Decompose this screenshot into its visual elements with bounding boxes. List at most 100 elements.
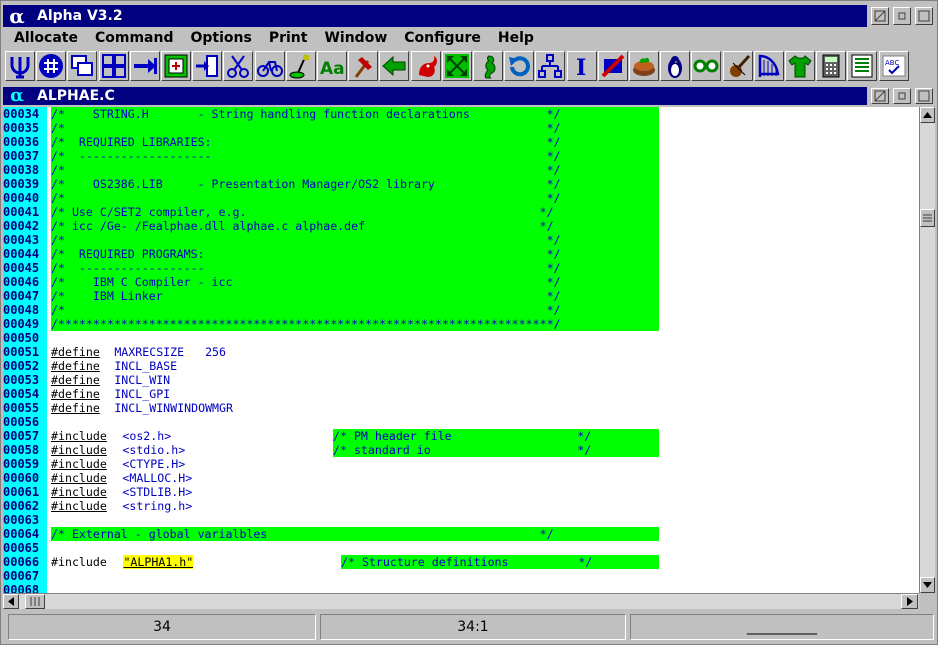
- maximize-button[interactable]: [915, 7, 933, 25]
- code-line[interactable]: 00068: [3, 583, 919, 593]
- cursor-button[interactable]: I: [566, 51, 597, 81]
- menu-command[interactable]: Command: [95, 30, 174, 46]
- hash-button[interactable]: [36, 51, 67, 81]
- restore-button[interactable]: [871, 7, 889, 25]
- expand-button[interactable]: [441, 51, 472, 81]
- doc-maximize-button[interactable]: [915, 88, 933, 104]
- code-line[interactable]: 00055 #define INCL_WINWINDOWMGR: [3, 401, 919, 415]
- code-text-area[interactable]: 00034 /* STRING.H - String handling funct…: [3, 107, 919, 593]
- code-line[interactable]: 00062 #include <string.h>: [3, 499, 919, 513]
- doc-restore-button[interactable]: [871, 88, 889, 104]
- pie-button[interactable]: [629, 51, 659, 81]
- doc-minimize-button[interactable]: [893, 88, 911, 104]
- menu-options[interactable]: Options: [191, 30, 252, 46]
- code-line[interactable]: 00052 #define INCL_BASE: [3, 359, 919, 373]
- line-number: 00048: [3, 303, 47, 317]
- no-entry-button[interactable]: [597, 51, 628, 81]
- code-line[interactable]: 00045 /* ------------------ */: [3, 261, 919, 275]
- code-line[interactable]: 00054 #define INCL_GPI: [3, 387, 919, 401]
- shirt-button[interactable]: [785, 51, 815, 81]
- scroll-left-button[interactable]: [3, 594, 19, 609]
- menu-configure[interactable]: Configure: [404, 30, 481, 46]
- code-line[interactable]: 00067: [3, 569, 919, 583]
- vacuum-button[interactable]: [285, 51, 316, 81]
- code-line[interactable]: 00036 /* REQUIRED LIBRARIES: */: [3, 135, 919, 149]
- code-line[interactable]: 00038 /* */: [3, 163, 919, 177]
- app-titlebar[interactable]: α Alpha V3.2: [3, 5, 867, 27]
- menu-window[interactable]: Window: [324, 30, 387, 46]
- calculator-button[interactable]: [816, 51, 847, 81]
- menu-allocate[interactable]: Allocate: [14, 30, 78, 46]
- list-button[interactable]: [847, 51, 878, 81]
- code-line[interactable]: 00064 /* External - global varialbles */: [3, 527, 919, 541]
- code-line[interactable]: 00063: [3, 513, 919, 527]
- frame-plus-button[interactable]: [161, 51, 191, 81]
- line-number: 00058: [3, 443, 47, 457]
- spellcheck-button[interactable]: ABC: [878, 51, 909, 81]
- code-line[interactable]: 00044 /* REQUIRED PROGRAMS: */: [3, 247, 919, 261]
- code-line[interactable]: 00047 /* IBM Linker */: [3, 289, 919, 303]
- code-line[interactable]: 00061 #include <STDLIB.H>: [3, 485, 919, 499]
- code-line[interactable]: 00051 #define MAXRECSIZE 256: [3, 345, 919, 359]
- code-line[interactable]: 00056: [3, 415, 919, 429]
- alpha-logo-icon[interactable]: α: [3, 6, 31, 26]
- code-line[interactable]: 00057 #include <os2.h> /* PM header file *…: [3, 429, 919, 443]
- vertical-scroll-thumb[interactable]: [920, 209, 935, 227]
- status-message: __________: [630, 614, 934, 640]
- code-line[interactable]: 00048 /* */: [3, 303, 919, 317]
- scroll-up-button[interactable]: [920, 107, 935, 123]
- arrow-right-button[interactable]: [129, 51, 160, 81]
- vertical-scrollbar[interactable]: [919, 107, 935, 593]
- hammer-button[interactable]: [348, 51, 379, 81]
- code-line[interactable]: 00049 /**********************************…: [3, 317, 919, 331]
- insert-button[interactable]: [192, 51, 223, 81]
- glasses-button[interactable]: [691, 51, 722, 81]
- code-line[interactable]: 00060 #include <MALLOC.H>: [3, 471, 919, 485]
- font-button[interactable]: Aa: [317, 51, 347, 81]
- code-line[interactable]: 00040 /* */: [3, 191, 919, 205]
- code-line[interactable]: 00058 #include <stdio.h> /* standard io */: [3, 443, 919, 457]
- code-line[interactable]: 00059 #include <CTYPE.H>: [3, 457, 919, 471]
- directive-argument: <string.h>: [115, 499, 193, 513]
- code-line[interactable]: 00066 #include "ALPHA1.h" /* Structure def…: [3, 555, 919, 569]
- menu-print[interactable]: Print: [269, 30, 308, 46]
- code-line[interactable]: 00050: [3, 331, 919, 345]
- restore-icon: [874, 90, 886, 102]
- scissors-button[interactable]: [223, 51, 254, 81]
- horizontal-scrollbar[interactable]: [3, 593, 919, 609]
- code-line[interactable]: 00046 /* IBM C Compiler - icc */: [3, 275, 919, 289]
- code-line[interactable]: 00039 /* OS2386.LIB - Presentation Manage…: [3, 177, 919, 191]
- code-line[interactable]: 00037 /* ------------------- */: [3, 149, 919, 163]
- code-line[interactable]: 00041 /* Use C/SET2 compiler, e.g. */: [3, 205, 919, 219]
- line-number: 00061: [3, 485, 47, 499]
- scroll-right-button[interactable]: [901, 594, 918, 609]
- document-logo-icon[interactable]: α: [3, 86, 31, 106]
- tree-button[interactable]: [535, 51, 566, 81]
- squirrel-button[interactable]: [410, 51, 441, 81]
- code-line[interactable]: 00053 #define INCL_WIN: [3, 373, 919, 387]
- penguin-button[interactable]: [660, 51, 691, 81]
- code-line[interactable]: 00034 /* STRING.H - String handling funct…: [3, 107, 919, 121]
- horizontal-scroll-thumb[interactable]: [25, 594, 45, 609]
- fork-button[interactable]: [5, 51, 35, 81]
- violin-button[interactable]: [722, 51, 753, 81]
- code-line[interactable]: 00043 /* */: [3, 233, 919, 247]
- menu-help[interactable]: Help: [498, 30, 534, 46]
- arrow-left-button[interactable]: [379, 51, 410, 81]
- code-line[interactable]: 00042 /* icc /Ge- /Fealphae.dll alphae.c …: [3, 219, 919, 233]
- tile-button[interactable]: [98, 51, 129, 81]
- code-editor[interactable]: 00034 /* STRING.H - String handling funct…: [3, 107, 919, 593]
- undo-button[interactable]: [504, 51, 535, 81]
- seahorse-button[interactable]: [473, 51, 503, 81]
- minimize-button[interactable]: [893, 7, 911, 25]
- code-line[interactable]: 00065: [3, 541, 919, 555]
- harp-button[interactable]: [753, 51, 784, 81]
- scroll-down-button[interactable]: [920, 577, 935, 593]
- list-icon: [851, 54, 873, 78]
- inline-comment-text: /* standard io */: [333, 443, 659, 457]
- windows-button[interactable]: [67, 51, 98, 81]
- insert-icon: [196, 55, 219, 77]
- document-titlebar[interactable]: α ALPHAE.C: [3, 86, 867, 106]
- code-line[interactable]: 00035 /* */: [3, 121, 919, 135]
- bicycle-button[interactable]: [254, 51, 285, 81]
